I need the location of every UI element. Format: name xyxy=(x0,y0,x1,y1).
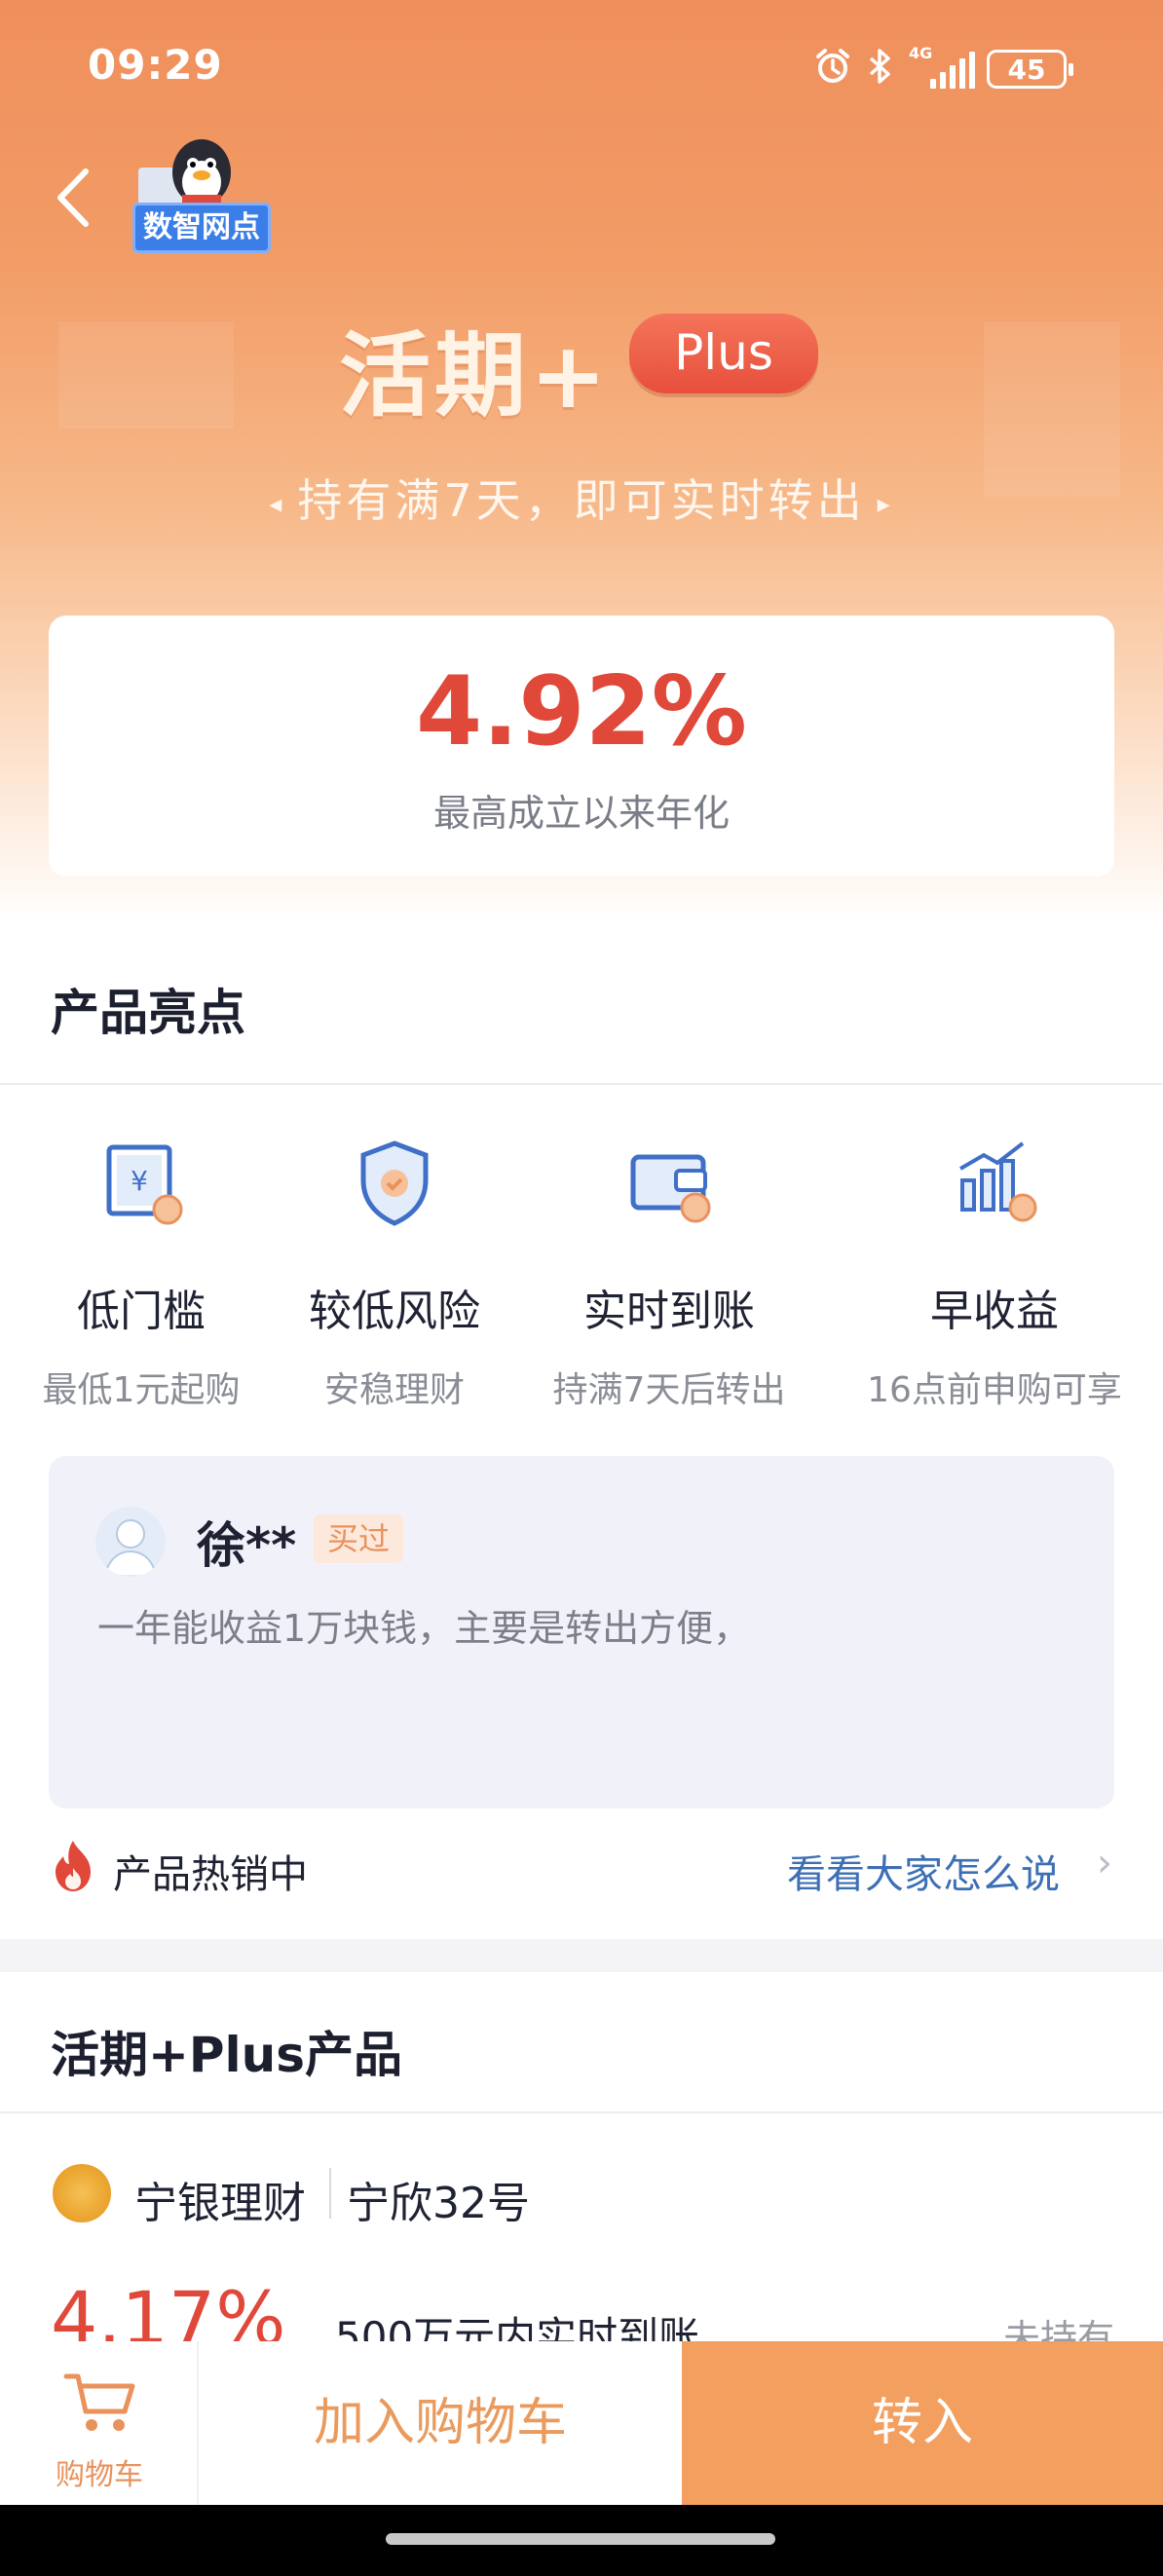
chevron-right-icon[interactable]: › xyxy=(1097,1841,1112,1885)
chevron-left-icon xyxy=(57,168,89,227)
feature-title: 实时到账 xyxy=(583,1287,755,1336)
feature-low-threshold: ¥ 低门槛 最低1元起购 xyxy=(0,1130,282,1412)
feature-sub: 16点前申购可享 xyxy=(867,1370,1122,1410)
product-brand: 宁银理财 xyxy=(134,2179,306,2228)
brand-logo-icon xyxy=(53,2164,111,2222)
home-indicator[interactable] xyxy=(386,2533,775,2545)
hero-subtitle: ◂ 持有满7天，即可实时转出 ▸ xyxy=(0,466,1163,530)
feature-sub: 持满7天后转出 xyxy=(552,1370,786,1410)
dot-icon: ◂ xyxy=(269,489,286,519)
feature-low-risk: 较低风险 安稳理财 xyxy=(253,1130,536,1412)
dot-icon: ▸ xyxy=(877,489,894,519)
hero-subtitle-text: 持有满7天，即可实时转出 xyxy=(297,474,866,527)
add-to-cart-button[interactable]: 加入购物车 xyxy=(199,2341,682,2505)
rate-value: 4.92% xyxy=(416,656,747,767)
bluetooth-icon xyxy=(868,47,893,92)
back-button[interactable] xyxy=(51,166,99,230)
review-name: 徐** xyxy=(197,1517,297,1574)
feature-title: 早收益 xyxy=(930,1287,1059,1336)
avatar xyxy=(95,1507,166,1577)
mascot-badge[interactable]: 数智网点 xyxy=(132,203,271,253)
feature-early-income: 早收益 16点前申购可享 xyxy=(853,1130,1136,1412)
reviews-link[interactable]: 看看大家怎么说 xyxy=(787,1843,1060,1899)
hot-label: 产品热销中 xyxy=(113,1852,308,1897)
transfer-in-button[interactable]: 转入 xyxy=(682,2341,1163,2505)
feature-sub: 最低1元起购 xyxy=(42,1370,241,1410)
hero-decoration xyxy=(58,321,234,429)
rate-card: 4.92% 最高成立以来年化 xyxy=(49,616,1114,877)
svg-text:¥: ¥ xyxy=(131,1165,148,1197)
review-text: 一年能收益1万块钱，主要是转出方便， xyxy=(97,1607,751,1650)
review-card[interactable]: 徐** 买过 一年能收益1万块钱，主要是转出方便， xyxy=(49,1456,1114,1809)
hero-title: 活期+ xyxy=(339,323,611,429)
hot-selling-row[interactable]: 产品热销中 看看大家怎么说 › xyxy=(0,1821,1163,1919)
separator xyxy=(329,2168,331,2219)
divider xyxy=(0,1083,1163,1085)
cart-button[interactable]: 购物车 xyxy=(0,2341,199,2505)
status-time: 09:29 xyxy=(88,41,223,89)
feature-title: 较低风险 xyxy=(309,1287,480,1336)
signal-icon: 4G xyxy=(909,44,975,89)
status-icons: 4G 45 xyxy=(813,44,1073,92)
network-label: 4G xyxy=(909,44,933,62)
growth-chart-icon xyxy=(941,1130,1048,1237)
feature-sub: 安稳理财 xyxy=(323,1370,465,1410)
low-threshold-icon: ¥ xyxy=(88,1130,195,1237)
cart-icon xyxy=(62,2369,136,2437)
alarm-icon xyxy=(813,47,852,92)
highlights-title: 产品亮点 xyxy=(51,985,245,1041)
shield-check-icon xyxy=(341,1130,448,1237)
rate-caption: 最高成立以来年化 xyxy=(432,792,730,835)
product-name[interactable]: 宁欣32号 xyxy=(347,2168,530,2230)
cart-label: 购物车 xyxy=(56,2458,143,2492)
wallet-clock-icon xyxy=(616,1130,723,1237)
bottom-action-bar: 购物车 加入购物车 转入 xyxy=(0,2341,1163,2505)
system-nav-bar xyxy=(0,2505,1163,2576)
review-badge: 买过 xyxy=(314,1514,403,1563)
plus-pill: Plus xyxy=(629,314,818,393)
divider xyxy=(0,2111,1163,2113)
feature-realtime: 实时到账 持满7天后转出 xyxy=(528,1130,810,1412)
products-title: 活期+Plus产品 xyxy=(51,2027,403,2083)
feature-title: 低门槛 xyxy=(77,1287,206,1336)
battery-icon: 45 xyxy=(987,50,1073,89)
fire-icon xyxy=(53,1839,94,1893)
